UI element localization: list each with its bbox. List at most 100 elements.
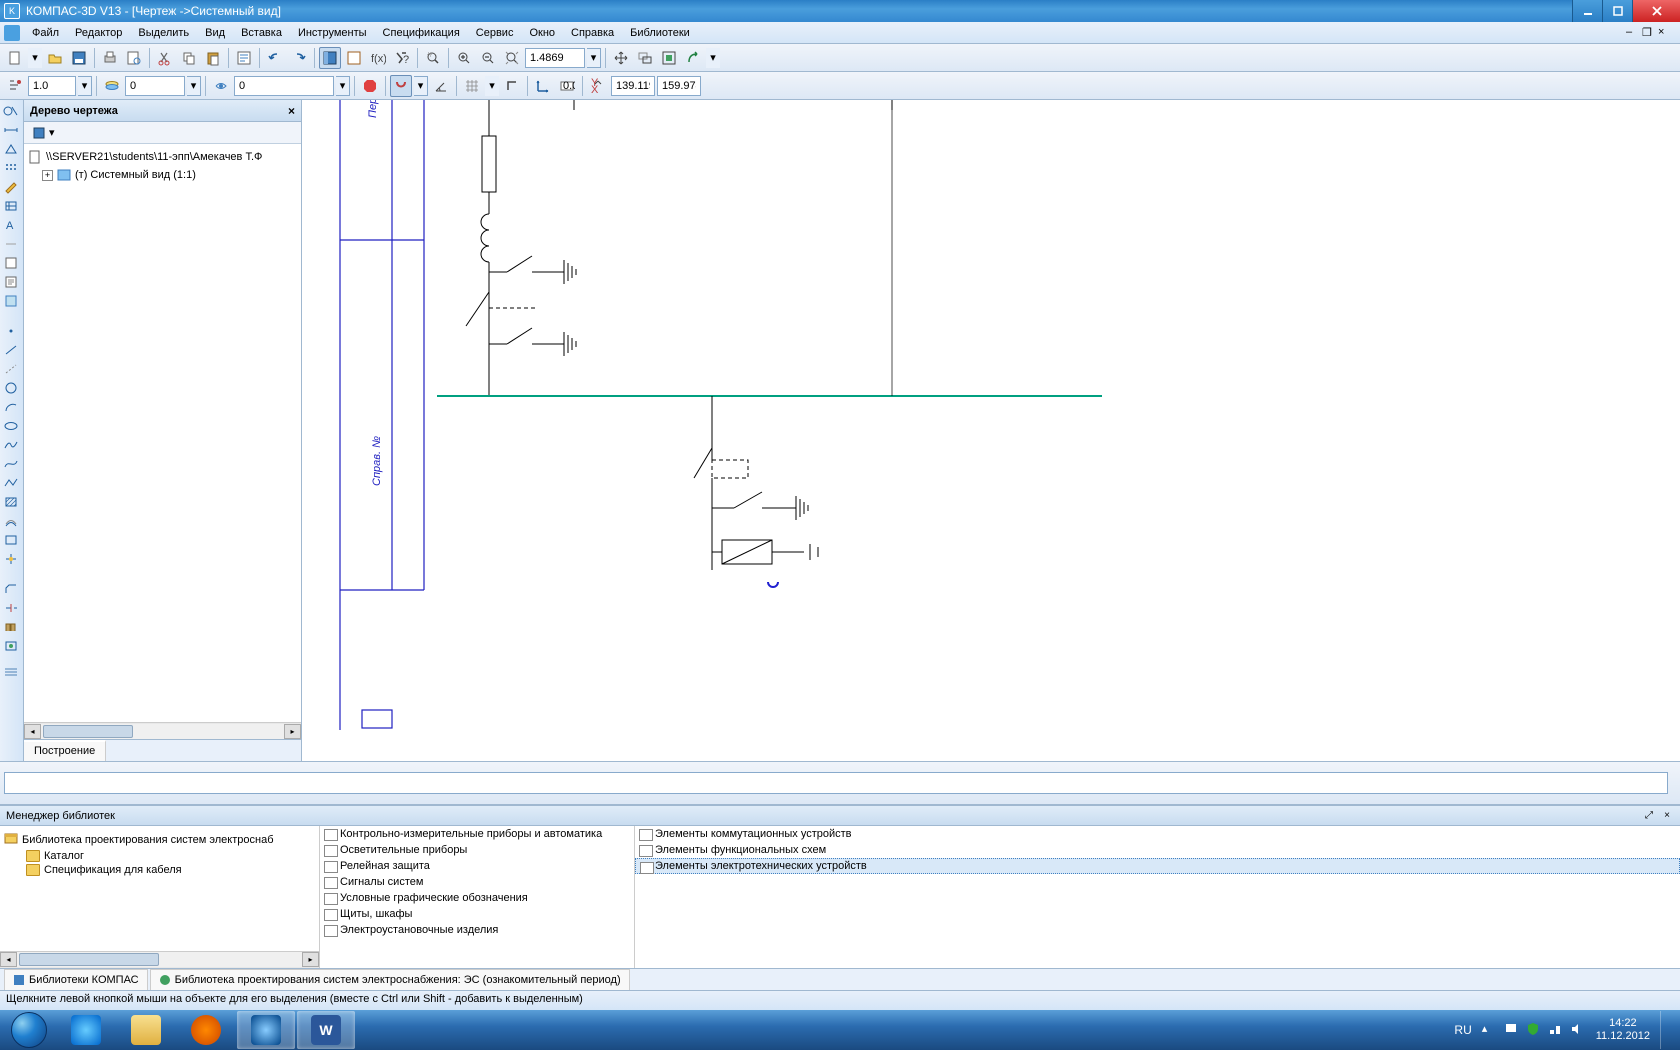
cut-button[interactable] bbox=[154, 47, 176, 69]
lib-tree-root[interactable]: Библиотека проектирования систем электро… bbox=[4, 830, 315, 849]
lib-close-icon[interactable]: × bbox=[1660, 809, 1674, 823]
edit-icon[interactable] bbox=[0, 178, 22, 196]
menu-file[interactable]: Файл bbox=[24, 25, 67, 41]
menu-libs[interactable]: Библиотеки bbox=[622, 25, 698, 41]
line-icon[interactable] bbox=[0, 341, 22, 359]
chamfer-icon[interactable] bbox=[0, 580, 22, 598]
toggle-panel-button[interactable] bbox=[319, 47, 341, 69]
print-button[interactable] bbox=[99, 47, 121, 69]
maximize-button[interactable] bbox=[1602, 0, 1632, 22]
offset-icon[interactable] bbox=[0, 512, 22, 530]
reports-icon[interactable] bbox=[0, 273, 22, 291]
current-style-button[interactable] bbox=[4, 75, 26, 97]
new-button[interactable] bbox=[4, 47, 26, 69]
menu-select[interactable]: Выделить bbox=[130, 25, 197, 41]
menu-tools[interactable]: Инструменты bbox=[290, 25, 375, 41]
close-button[interactable] bbox=[1632, 0, 1680, 22]
point-icon[interactable] bbox=[0, 322, 22, 340]
start-button[interactable] bbox=[2, 1011, 56, 1049]
polyline-icon[interactable] bbox=[0, 474, 22, 492]
tree-close-icon[interactable]: × bbox=[288, 104, 295, 118]
fx-button[interactable]: f(x) bbox=[367, 47, 389, 69]
redraw-button[interactable] bbox=[682, 47, 704, 69]
circle-icon[interactable] bbox=[0, 379, 22, 397]
task-kompas[interactable] bbox=[237, 1011, 295, 1049]
tree-child-node[interactable]: + (т) Системный вид (1:1) bbox=[28, 166, 297, 184]
menu-app-icon[interactable] bbox=[4, 25, 20, 41]
collect-icon[interactable] bbox=[0, 550, 22, 568]
mdi-minimize-icon[interactable]: – bbox=[1626, 26, 1640, 40]
tree-tab-build[interactable]: Построение bbox=[24, 740, 106, 761]
menu-editor[interactable]: Редактор bbox=[67, 25, 130, 41]
lib-tab-es[interactable]: Библиотека проектирования систем электро… bbox=[150, 969, 630, 990]
lib-item[interactable]: Элементы функциональных схем bbox=[635, 842, 1680, 858]
zoom-out-button[interactable] bbox=[477, 47, 499, 69]
tree-hscroll[interactable]: ◂▸ bbox=[24, 722, 301, 739]
coord-x-input[interactable] bbox=[611, 76, 655, 96]
properties-button[interactable] bbox=[233, 47, 255, 69]
refresh-button[interactable] bbox=[658, 47, 680, 69]
wires-icon[interactable] bbox=[0, 663, 22, 681]
menu-spec[interactable]: Спецификация bbox=[375, 25, 468, 41]
lib-item[interactable]: Релейная защита bbox=[320, 858, 634, 874]
trim-icon[interactable] bbox=[0, 599, 22, 617]
lib-item[interactable]: Условные графические обозначения bbox=[320, 890, 634, 906]
zoom-window-button[interactable] bbox=[422, 47, 444, 69]
snap-dropdown[interactable]: ▾ bbox=[414, 76, 428, 96]
lang-indicator[interactable]: RU bbox=[1454, 1023, 1471, 1037]
shield-icon[interactable] bbox=[1526, 1022, 1542, 1038]
help-button[interactable]: ? bbox=[391, 47, 413, 69]
zoom-prev-button[interactable] bbox=[634, 47, 656, 69]
geometry-icon[interactable] bbox=[0, 102, 22, 120]
task-media[interactable] bbox=[177, 1011, 235, 1049]
drawing-canvas[interactable]: Пер Справ. № bbox=[302, 100, 1680, 761]
grid-button[interactable] bbox=[461, 75, 483, 97]
grid-dropdown[interactable]: ▾ bbox=[485, 76, 499, 96]
variables-button[interactable] bbox=[343, 47, 365, 69]
copy-button[interactable] bbox=[178, 47, 200, 69]
undo-button[interactable] bbox=[264, 47, 286, 69]
misc-icon[interactable] bbox=[0, 235, 22, 253]
lib-icon[interactable] bbox=[0, 618, 22, 636]
zoom-dropdown[interactable]: ▾ bbox=[587, 48, 601, 68]
redraw-dropdown[interactable]: ▾ bbox=[706, 48, 720, 68]
lib-item[interactable]: Осветительные приборы bbox=[320, 842, 634, 858]
task-ie[interactable] bbox=[57, 1011, 115, 1049]
angle-snap-button[interactable] bbox=[430, 75, 452, 97]
lib-item[interactable]: Сигналы систем bbox=[320, 874, 634, 890]
text-icon[interactable]: A bbox=[0, 216, 22, 234]
zoom-fit-button[interactable] bbox=[501, 47, 523, 69]
flag-icon[interactable] bbox=[1504, 1022, 1520, 1038]
rect-icon[interactable] bbox=[0, 531, 22, 549]
network-icon[interactable] bbox=[1548, 1022, 1564, 1038]
save-button[interactable] bbox=[68, 47, 90, 69]
line-weight-dropdown[interactable]: ▾ bbox=[78, 76, 92, 96]
view-input[interactable] bbox=[234, 76, 334, 96]
line-weight-input[interactable] bbox=[28, 76, 76, 96]
expand-icon[interactable]: + bbox=[42, 170, 53, 181]
lib-item[interactable]: Контрольно-измерительные приборы и автом… bbox=[320, 826, 634, 842]
paste-button[interactable] bbox=[202, 47, 224, 69]
lib-item[interactable]: Элементы коммутационных устройств bbox=[635, 826, 1680, 842]
coord-y-input[interactable] bbox=[657, 76, 701, 96]
ortho-button[interactable] bbox=[501, 75, 523, 97]
symbols-icon[interactable] bbox=[0, 140, 22, 158]
grid-tool-icon[interactable] bbox=[0, 159, 22, 177]
open-button[interactable] bbox=[44, 47, 66, 69]
menu-window[interactable]: Окно bbox=[521, 25, 563, 41]
zoom-in-button[interactable] bbox=[453, 47, 475, 69]
lib-item[interactable]: Щиты, шкафы bbox=[320, 906, 634, 922]
layer-input[interactable] bbox=[125, 76, 185, 96]
tray-up-icon[interactable]: ▴ bbox=[1482, 1022, 1498, 1038]
pan-button[interactable] bbox=[610, 47, 632, 69]
stop-button[interactable] bbox=[359, 75, 381, 97]
rounding-button[interactable]: 0.0 bbox=[556, 75, 578, 97]
new-dropdown[interactable]: ▾ bbox=[28, 48, 42, 68]
lib-item[interactable]: Электроустановочные изделия bbox=[320, 922, 634, 938]
ellipse-icon[interactable] bbox=[0, 417, 22, 435]
show-desktop-button[interactable] bbox=[1660, 1011, 1672, 1049]
mdi-restore-icon[interactable]: ❐ bbox=[1642, 26, 1656, 40]
zoom-value-input[interactable] bbox=[525, 48, 585, 68]
task-word[interactable]: W bbox=[297, 1011, 355, 1049]
menu-service[interactable]: Сервис bbox=[468, 25, 522, 41]
